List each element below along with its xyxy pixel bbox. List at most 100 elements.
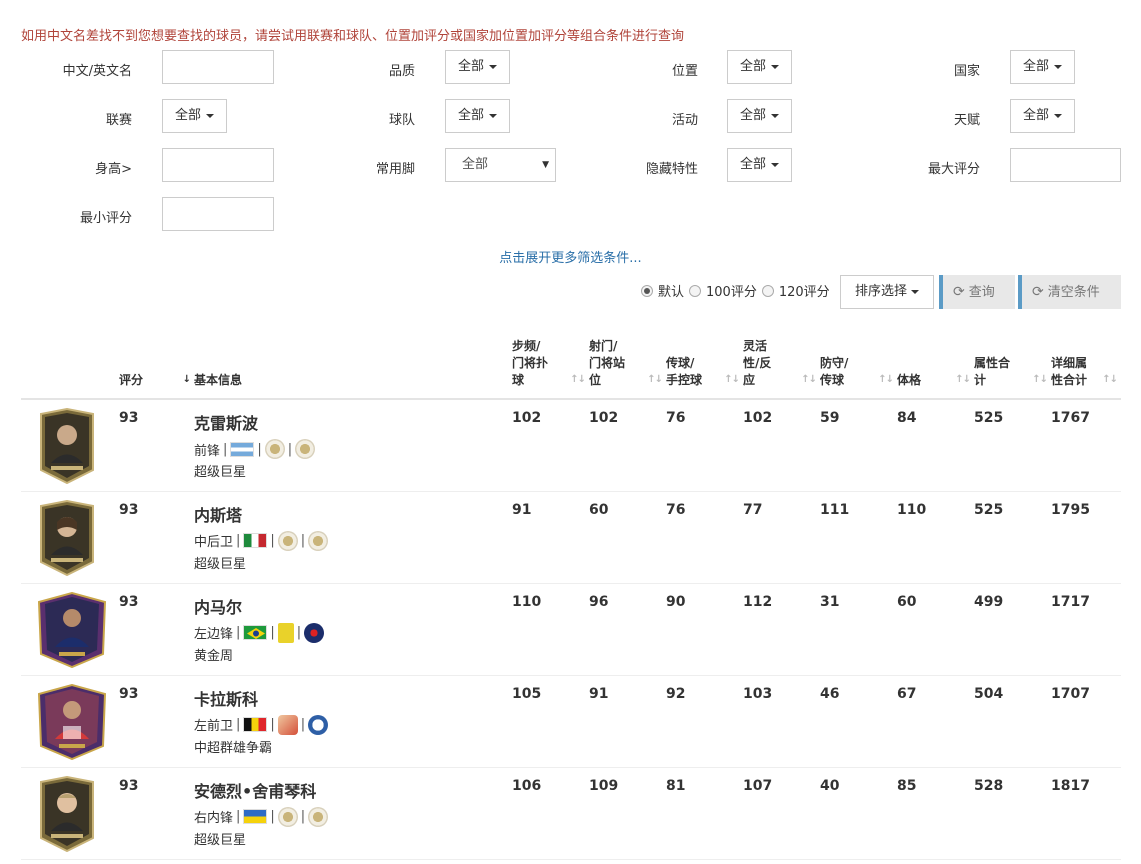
sort-desc-icon[interactable]: ↓ [183,371,191,388]
team-dropdown[interactable]: 全部 [445,99,511,133]
separator: | [270,717,275,732]
league-dropdown[interactable]: 全部 [162,99,228,133]
player-meta-line: 右内锋 | | | [194,806,512,828]
shoot-cell: 91 [589,685,609,702]
radio-120[interactable]: 120评分 [761,281,830,300]
player-name[interactable]: 克雷斯波 [194,410,512,434]
ligue1-badge-icon [277,622,294,643]
player-card-cell [21,491,119,583]
select-arrow-icon: ▼ [542,160,549,170]
talent-value: 全部 [1023,108,1050,123]
rating-cell: 93 [119,410,139,426]
quality-dropdown[interactable]: 全部 [445,50,511,84]
pace-cell: 102 [512,410,542,426]
player-card-image[interactable] [37,591,107,668]
country-label: 国家 [953,64,980,79]
detail-total-cell: 1717 [1051,593,1090,610]
rating-cell: 93 [119,685,139,702]
col-shoot[interactable]: 射门/门将站位 ↑↓ [589,338,666,399]
radio-checked-icon[interactable] [641,284,653,297]
col-agility-label-2: 性/反 [743,356,772,370]
foot-label: 常用脚 [375,162,415,177]
radio-unchecked-icon[interactable] [689,284,702,297]
radio-100[interactable]: 100评分 [689,281,757,300]
sort-icon[interactable]: ↑↓ [724,371,740,388]
quality-value: 全部 [458,59,485,74]
table-row[interactable]: 93 克雷斯波 前锋 | | | 超级巨星 102 102 76 102 59 8… [21,399,1121,491]
ukraine-flag-icon [243,809,268,824]
event-dropdown[interactable]: 全部 [727,99,793,133]
separator: | [270,809,275,824]
sort-icon[interactable]: ↑↓ [878,371,894,388]
height-input[interactable] [162,148,274,182]
max-rating-input[interactable] [1010,148,1121,182]
col-pace[interactable]: 步频/门将扑球 ↑↓ [512,338,589,399]
sort-icon[interactable]: ↑↓ [1102,371,1118,388]
pace-cell: 91 [512,501,532,518]
talent-dropdown[interactable]: 全部 [1010,99,1076,133]
refresh-icon: ⟳ [953,284,965,300]
detail-total-cell: 1767 [1051,410,1090,426]
player-name[interactable]: 安德烈•舍甫琴科 [194,778,512,802]
pass-cell: 90 [666,593,686,610]
player-name[interactable]: 内斯塔 [194,502,512,526]
col-rating[interactable]: 评分 ↓ [119,338,194,399]
sort-icon[interactable]: ↑↓ [1032,371,1048,388]
player-card-image[interactable] [37,683,107,760]
physical-cell: 60 [897,593,917,610]
radio-unchecked-icon[interactable] [761,284,774,297]
query-button[interactable]: ⟳ 查询 [939,275,1015,309]
info-cell: 内马尔 左边锋 | | | 黄金周 [194,583,512,675]
icon-badge-icon [277,530,298,551]
sort-icon[interactable]: ↑↓ [570,371,586,388]
expand-filters-link[interactable]: 点击展开更多筛选条件... [0,247,1141,266]
table-row[interactable]: 93 内马尔 左边锋 | | | 黄金周 110 96 90 112 31 60 … [21,583,1121,675]
table-row[interactable]: 93 卡拉斯科 左前卫 | | | 中超群雄争霸 105 91 92 103 46… [21,675,1121,767]
player-card-type: 超级巨星 [194,465,247,480]
country-dropdown[interactable]: 全部 [1010,50,1076,84]
radio-default[interactable]: 默认 [641,281,684,300]
separator: | [300,809,306,824]
brazil-flag-icon [243,625,268,640]
sort-icon[interactable]: ↑↓ [647,371,663,388]
sort-select-button[interactable]: 排序选择 [840,275,934,309]
table-row[interactable]: 93 安德烈•舍甫琴科 右内锋 | | | 超级巨星 106 109 81 107… [21,767,1121,859]
event-label: 活动 [671,113,698,128]
position-dropdown[interactable]: 全部 [727,50,793,84]
min-rating-input[interactable] [162,197,274,231]
col-physical[interactable]: 体格 ↑↓ [897,338,974,399]
caret-down-icon [771,113,780,118]
event-value: 全部 [740,108,767,123]
hidden-trait-dropdown[interactable]: 全部 [727,148,793,182]
col-detail-total[interactable]: 详细属 性合计 ↑↓ [1051,338,1121,399]
query-button-label: 查询 [968,285,995,300]
player-card-image[interactable] [37,499,97,576]
clear-button-label: 清空条件 [1047,285,1100,300]
col-total[interactable]: 属性合计 ↑↓ [974,338,1051,399]
col-info-label: 基本信息 [194,373,243,387]
name-input[interactable] [162,50,274,84]
separator: | [257,441,262,457]
table-row[interactable]: 93 内斯塔 中后卫 | | | 超级巨星 91 60 76 77 111 110… [21,491,1121,583]
max-rating-label: 最大评分 [927,162,980,177]
pass-cell: 76 [666,410,686,426]
col-defense[interactable]: 防守/传球 ↑↓ [820,338,897,399]
col-pass[interactable]: 传球/手控球 ↑↓ [666,338,743,399]
player-card-image[interactable] [37,408,97,484]
player-card-type: 中超群雄争霸 [194,740,273,756]
player-name[interactable]: 内马尔 [194,594,512,618]
foot-select[interactable]: 全部 ▼ [445,148,556,182]
sort-icon[interactable]: ↑↓ [801,371,817,388]
rating-cell: 93 [119,593,139,610]
sort-icon[interactable]: ↑↓ [955,371,971,388]
player-card-image[interactable] [37,775,97,852]
player-name[interactable]: 卡拉斯科 [194,686,512,710]
agility-cell: 77 [743,501,763,518]
caret-down-icon [489,113,498,118]
clear-button[interactable]: ⟳ 清空条件 [1018,275,1121,309]
col-detail-label: 详细属 [1051,356,1088,370]
separator: | [236,717,241,732]
defense-cell: 40 [820,777,840,794]
caret-down-icon [206,113,215,118]
col-agility[interactable]: 灵活 性/反应 ↑↓ [743,338,820,399]
